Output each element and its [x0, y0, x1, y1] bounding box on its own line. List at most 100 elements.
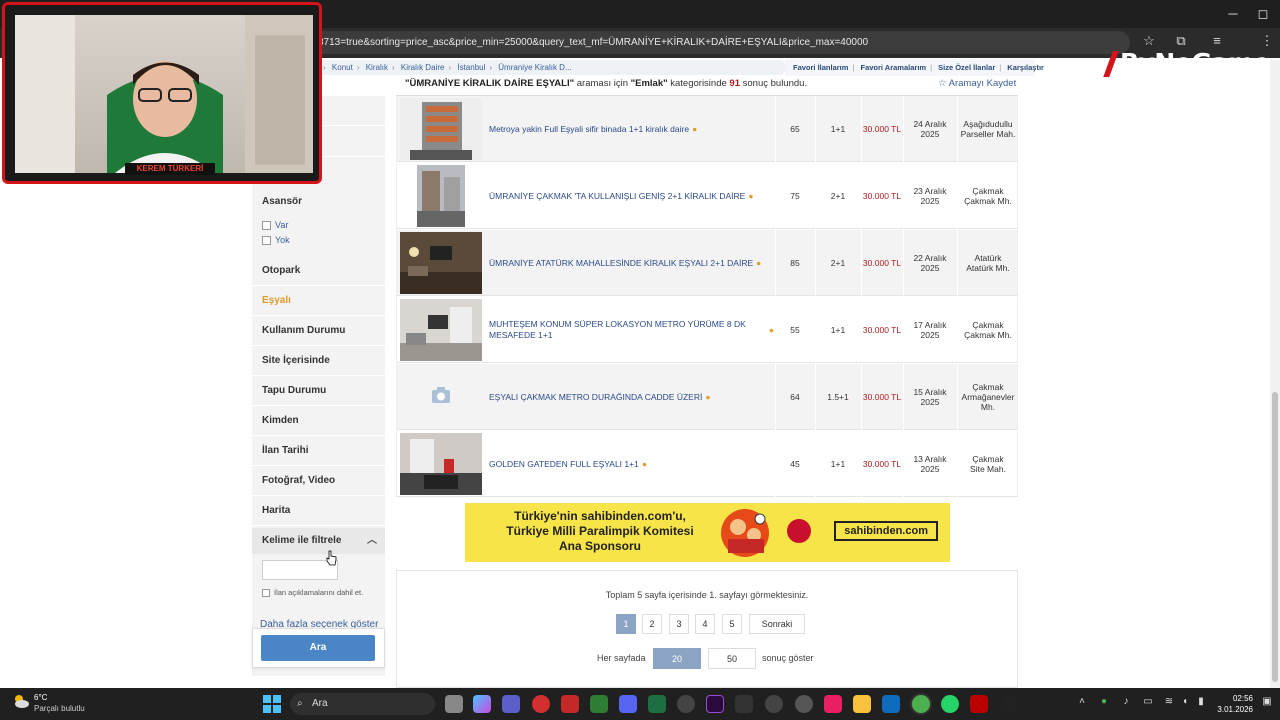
per-page-20-button[interactable]: 20 [653, 648, 701, 669]
compare-link[interactable]: Karşılaştır [1007, 63, 1044, 72]
listing-row[interactable]: GOLDEN GATEDEN FULL EŞYALI 1+1 ● 45 1+1 30.0… [396, 431, 1018, 497]
breadcrumb-item[interactable]: Konut [332, 63, 353, 72]
filter-kullanim-durumu[interactable]: Kullanım Durumu [252, 316, 385, 346]
banner-line-2: Türkiye Milli Paralimpik Komitesi [506, 524, 694, 538]
listing-row[interactable]: EŞYALI ÇAKMAK METRO DURAĞINDA CADDE ÜZER… [396, 364, 1018, 430]
obs-icon[interactable] [765, 695, 783, 713]
app-icon[interactable] [735, 695, 753, 713]
special-listings-link[interactable]: Size Özel İlanlar [938, 63, 995, 72]
listing-title[interactable]: GOLDEN GATEDEN FULL EŞYALI 1+1 ● [489, 431, 774, 497]
teams-icon[interactable] [502, 695, 520, 713]
listing-title[interactable]: MUHTEŞEM KONUM SÜPER LOKASYON METRO YÜRÜ… [489, 297, 774, 363]
tray-app-icon[interactable]: ● [1097, 696, 1111, 707]
minimize-button[interactable]: ─ [1218, 6, 1248, 21]
filter-esyali[interactable]: Eşyalı [252, 286, 385, 316]
listing-thumbnail[interactable] [400, 433, 482, 495]
address-bar[interactable]: 3713=true&sorting=price_asc&price_min=25… [300, 31, 1130, 54]
task-view-icon[interactable] [445, 695, 463, 713]
copilot-icon[interactable] [473, 695, 491, 713]
next-page-button[interactable]: Sonraki [749, 614, 805, 634]
tray-app-icon[interactable]: ▭ [1141, 696, 1155, 707]
wifi-icon[interactable]: ≋ [1162, 696, 1176, 707]
listing-title-text[interactable]: ÜMRANİYE ATATÜRK MAHALLESİNDE KİRALIK EŞ… [489, 258, 753, 269]
page-2-button[interactable]: 2 [642, 614, 662, 634]
filter-tapu-durumu[interactable]: Tapu Durumu [252, 376, 385, 406]
fav-listings-link[interactable]: Favori İlanlarım [793, 63, 848, 72]
breadcrumb-item[interactable]: Ümraniye Kiralık D... [498, 63, 571, 72]
listing-title-text[interactable]: Metroya yakin Full Eşyali sifir binada 1… [489, 124, 689, 135]
excel-icon[interactable] [648, 695, 666, 713]
listing-title[interactable]: Metroya yakin Full Eşyali sifir binada 1… [489, 96, 774, 162]
premiere-icon[interactable] [706, 695, 724, 713]
asansor-var-checkbox[interactable]: Var [262, 220, 288, 231]
filter-otopark[interactable]: Otopark [252, 256, 385, 286]
menu-icon[interactable]: ⋮ [1258, 33, 1276, 49]
filter-ilan-tarihi[interactable]: İlan Tarihi [252, 436, 385, 466]
app-icon[interactable] [677, 695, 695, 713]
filter-kelime[interactable]: Kelime ile filtrele ︿ [252, 528, 385, 554]
listing-thumbnail[interactable] [400, 232, 482, 294]
page-4-button[interactable]: 4 [695, 614, 715, 634]
listing-title[interactable]: ÜMRANİYE ATATÜRK MAHALLESİNDE KİRALIK EŞ… [489, 230, 774, 296]
app-icon[interactable] [824, 695, 842, 713]
scroll-thumb[interactable] [1272, 392, 1278, 682]
listing-title[interactable]: EŞYALI ÇAKMAK METRO DURAĞINDA CADDE ÜZER… [489, 364, 774, 430]
tray-overflow-icon[interactable]: ˄ [1075, 696, 1089, 707]
app-icon[interactable] [561, 695, 579, 713]
bookmark-star-icon[interactable]: ☆ [1140, 33, 1158, 49]
listing-row[interactable]: MUHTEŞEM KONUM SÜPER LOKASYON METRO YÜRÜ… [396, 297, 1018, 363]
listing-title-text[interactable]: ÜMRANİYE ÇAKMAK 'TA KULLANIŞLI GENİŞ 2+1… [489, 191, 745, 202]
listing-title-text[interactable]: EŞYALI ÇAKMAK METRO DURAĞINDA CADDE ÜZER… [489, 392, 702, 403]
save-search-link[interactable]: ☆ Aramayı Kaydet [938, 78, 1016, 89]
filter-asansor[interactable]: Asansör [252, 188, 385, 215]
filter-kimden[interactable]: Kimden [252, 406, 385, 436]
per-page-50-button[interactable]: 50 [708, 648, 756, 669]
extensions-icon[interactable]: ⧉ [1172, 33, 1190, 49]
listing-row[interactable]: Metroya yakin Full Eşyali sifir binada 1… [396, 96, 1018, 162]
search-button[interactable]: Ara [261, 635, 375, 661]
listing-thumbnail[interactable] [400, 165, 482, 227]
taskbar-search[interactable]: ⌕ Ara [290, 693, 435, 715]
volume-icon[interactable]: ◖ [1178, 696, 1192, 707]
page-3-button[interactable]: 3 [669, 614, 689, 634]
listing-thumbnail[interactable] [400, 98, 482, 160]
listing-title[interactable]: ÜMRANİYE ÇAKMAK 'TA KULLANIŞLI GENİŞ 2+1… [489, 163, 774, 229]
listing-title-text[interactable]: GOLDEN GATEDEN FULL EŞYALI 1+1 [489, 459, 639, 470]
windows-start-icon[interactable] [263, 695, 281, 713]
include-descriptions-checkbox[interactable]: İlan açıklamalarını dahil et. [262, 588, 363, 598]
maximize-button[interactable]: ◻ [1248, 6, 1278, 22]
filter-harita[interactable]: Harita [252, 496, 385, 526]
breadcrumb-item[interactable]: Kiralık [366, 63, 388, 72]
listing-thumbnail[interactable] [400, 299, 482, 361]
battery-icon[interactable]: ▮ [1194, 696, 1208, 707]
app-icon[interactable] [1000, 695, 1018, 713]
outlook-icon[interactable] [882, 695, 900, 713]
asansor-yok-checkbox[interactable]: Yok [262, 235, 290, 246]
chrome-icon[interactable] [912, 695, 930, 713]
filter-fotograf-video[interactable]: Fotoğraf, Video [252, 466, 385, 496]
notifications-icon[interactable]: ▣ [1260, 696, 1274, 707]
breadcrumb-item[interactable]: Kiralık Daire [401, 63, 445, 72]
streamer-name-label: KEREM TÜRKERİ [125, 163, 215, 175]
filter-site-icerisinde[interactable]: Site İçerisinde [252, 346, 385, 376]
page-5-button[interactable]: 5 [722, 614, 742, 634]
listing-row[interactable]: ÜMRANİYE ATATÜRK MAHALLESİNDE KİRALIK EŞ… [396, 230, 1018, 296]
sponsor-banner[interactable]: Türkiye'nin sahibinden.com'u, Türkiye Mi… [465, 503, 950, 562]
reading-list-icon[interactable]: ≡ [1208, 33, 1226, 48]
weather-widget[interactable]: 6°C Parçalı bulutlu [34, 692, 85, 714]
app-icon[interactable] [532, 695, 550, 713]
app-icon[interactable] [795, 695, 813, 713]
discord-icon[interactable] [619, 695, 637, 713]
listing-title-text[interactable]: MUHTEŞEM KONUM SÜPER LOKASYON METRO YÜRÜ… [489, 319, 766, 341]
file-explorer-icon[interactable] [853, 695, 871, 713]
page-1-button[interactable]: 1 [616, 614, 636, 634]
camera-icon[interactable] [400, 366, 482, 428]
listing-row[interactable]: ÜMRANİYE ÇAKMAK 'TA KULLANIŞLI GENİŞ 2+1… [396, 163, 1018, 229]
netflix-icon[interactable] [970, 695, 988, 713]
microphone-icon[interactable]: ♪ [1119, 696, 1133, 707]
fav-searches-link[interactable]: Favori Aramalarım [860, 63, 926, 72]
whatsapp-icon[interactable] [941, 695, 959, 713]
taskbar-clock[interactable]: 02:56 3.01.2026 [1213, 693, 1253, 715]
xbox-icon[interactable] [590, 695, 608, 713]
breadcrumb-item[interactable]: İstanbul [457, 63, 485, 72]
